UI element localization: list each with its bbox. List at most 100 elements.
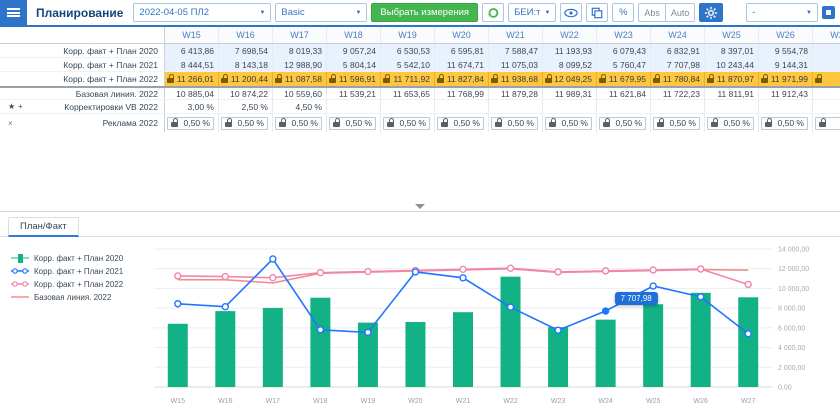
lock-icon[interactable] xyxy=(279,122,286,127)
value-cell[interactable]: 11 596,91 xyxy=(327,72,381,86)
value-cell[interactable]: 11 711,92 xyxy=(381,72,435,86)
value-cell[interactable]: 11 674,71 xyxy=(435,58,489,71)
value-cell[interactable]: 11 827,84 xyxy=(435,72,489,86)
value-cell[interactable]: 0,50 % xyxy=(597,114,651,132)
lock-icon[interactable] xyxy=(333,122,340,127)
value-cell[interactable]: 11 938,68 xyxy=(489,72,543,86)
lock-icon[interactable] xyxy=(225,122,232,127)
lock-icon[interactable] xyxy=(275,78,282,83)
lock-icon[interactable] xyxy=(437,78,444,83)
visibility-button[interactable] xyxy=(560,3,582,22)
column-header[interactable]: W27 xyxy=(813,27,840,43)
value-cell[interactable]: 11 870,97 xyxy=(705,72,759,86)
lock-icon[interactable] xyxy=(495,122,502,127)
column-header[interactable]: W18 xyxy=(327,27,381,43)
column-header[interactable]: W21 xyxy=(489,27,543,43)
value-cell[interactable]: 6 832,91 xyxy=(651,44,705,57)
value-cell[interactable]: 0,50 % xyxy=(165,114,219,132)
value-cell[interactable]: 6 079,43 xyxy=(597,44,651,57)
column-header[interactable]: W22 xyxy=(543,27,597,43)
lock-icon[interactable] xyxy=(657,122,664,127)
value-cell[interactable] xyxy=(381,100,435,113)
lock-icon[interactable] xyxy=(545,78,552,83)
value-cell[interactable]: 11 075,03 xyxy=(489,58,543,71)
value-cell[interactable] xyxy=(813,44,840,57)
value-cell[interactable]: 3,00 % xyxy=(165,100,219,113)
value-cell[interactable]: 11 539,21 xyxy=(327,88,381,99)
value-cell[interactable]: 8 444,51 xyxy=(165,58,219,71)
value-cell[interactable]: 11 811,91 xyxy=(705,88,759,99)
widget-button[interactable] xyxy=(822,6,835,19)
value-cell[interactable]: 5 760,47 xyxy=(597,58,651,71)
scenario-select[interactable]: 2022-04-05 ПЛ2 ▼ xyxy=(133,3,271,22)
lock-icon[interactable] xyxy=(599,78,606,83)
value-cell[interactable]: 0,50 % xyxy=(381,114,435,132)
value-cell[interactable]: 0,50 % xyxy=(327,114,381,132)
lock-icon[interactable] xyxy=(819,122,826,127)
value-cell[interactable]: 12 049,25 xyxy=(543,72,597,86)
lock-icon[interactable] xyxy=(387,122,394,127)
value-cell[interactable]: 11 653,65 xyxy=(381,88,435,99)
auto-button[interactable]: Auto xyxy=(666,3,696,22)
value-cell[interactable] xyxy=(759,100,813,113)
lock-icon[interactable] xyxy=(549,122,556,127)
column-header[interactable]: W26 xyxy=(759,27,813,43)
value-cell[interactable]: 9 144,31 xyxy=(759,58,813,71)
value-cell[interactable]: 6 530,53 xyxy=(381,44,435,57)
column-header[interactable]: W15 xyxy=(165,27,219,43)
value-cell[interactable]: 0,50 % xyxy=(435,114,489,132)
value-cell[interactable]: 11 266,01 xyxy=(165,72,219,86)
collapse-pane-handle[interactable] xyxy=(406,202,434,211)
value-cell[interactable]: 4,50 % xyxy=(273,100,327,113)
tab-plan-fact[interactable]: План/Факт xyxy=(8,217,79,237)
value-cell[interactable]: 10 243,44 xyxy=(705,58,759,71)
value-cell[interactable]: 11 193,93 xyxy=(543,44,597,57)
value-cell[interactable]: 11 679,95 xyxy=(597,72,651,86)
column-header[interactable]: W23 xyxy=(597,27,651,43)
unit-select[interactable]: БЕИ:т ▼ xyxy=(508,3,556,22)
value-cell[interactable]: 11 780,84 xyxy=(651,72,705,86)
value-cell[interactable]: 7 588,47 xyxy=(489,44,543,57)
refresh-button[interactable] xyxy=(482,3,504,22)
value-cell[interactable]: 10 885,04 xyxy=(165,88,219,99)
value-cell[interactable]: 0,50 % xyxy=(489,114,543,132)
settings-button[interactable] xyxy=(699,3,723,22)
value-cell[interactable]: 11 989,31 xyxy=(543,88,597,99)
percent-button[interactable]: % xyxy=(612,3,634,22)
value-cell[interactable]: 11 768,99 xyxy=(435,88,489,99)
value-cell[interactable]: 12 988,90 xyxy=(273,58,327,71)
value-cell[interactable] xyxy=(813,100,840,113)
copy-button[interactable] xyxy=(586,3,608,22)
column-header[interactable]: W19 xyxy=(381,27,435,43)
value-cell[interactable] xyxy=(327,100,381,113)
value-cell[interactable] xyxy=(435,100,489,113)
lock-icon[interactable] xyxy=(761,78,768,83)
value-cell[interactable]: 6 413,86 xyxy=(165,44,219,57)
legend-item[interactable]: Корр. факт + План 2020 xyxy=(10,253,150,263)
value-cell[interactable]: 8 397,01 xyxy=(705,44,759,57)
value-cell[interactable]: 5 542,10 xyxy=(381,58,435,71)
value-cell[interactable]: 8 143,18 xyxy=(219,58,273,71)
value-cell[interactable]: 7 698,54 xyxy=(219,44,273,57)
value-cell[interactable] xyxy=(597,100,651,113)
legend-item[interactable]: Базовая линия. 2022 xyxy=(10,292,150,302)
lock-icon[interactable] xyxy=(329,78,336,83)
value-cell[interactable] xyxy=(813,114,840,132)
lock-icon[interactable] xyxy=(383,78,390,83)
value-cell[interactable] xyxy=(489,100,543,113)
column-header[interactable]: W24 xyxy=(651,27,705,43)
extra-select[interactable]: - ▼ xyxy=(746,3,818,22)
lock-icon[interactable] xyxy=(653,78,660,83)
value-cell[interactable]: 11 912,43 xyxy=(759,88,813,99)
value-cell[interactable]: 0,50 % xyxy=(543,114,597,132)
value-cell[interactable]: 5 804,14 xyxy=(327,58,381,71)
value-cell[interactable]: 9 554,78 xyxy=(759,44,813,57)
abs-button[interactable]: Abs xyxy=(638,3,666,22)
value-cell[interactable]: 7 707,98 xyxy=(651,58,705,71)
value-cell[interactable]: 11 200,44 xyxy=(219,72,273,86)
value-cell[interactable] xyxy=(651,100,705,113)
menu-button[interactable] xyxy=(0,0,27,25)
column-header[interactable]: W17 xyxy=(273,27,327,43)
lock-icon[interactable] xyxy=(603,122,610,127)
value-cell[interactable]: 6 595,81 xyxy=(435,44,489,57)
